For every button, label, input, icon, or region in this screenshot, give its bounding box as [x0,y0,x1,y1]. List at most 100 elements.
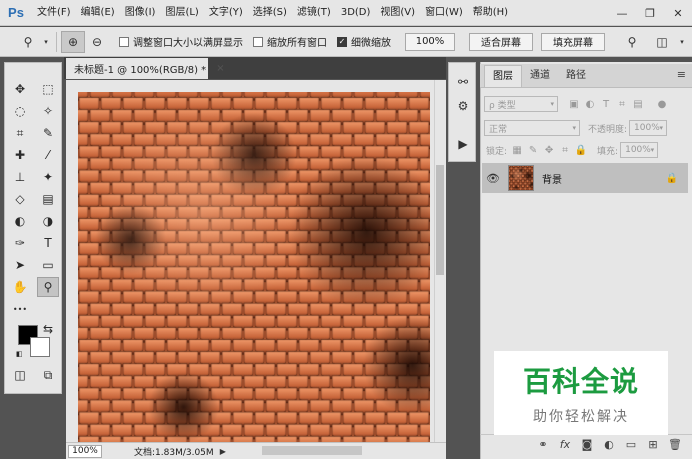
move-tool-icon[interactable]: ✥ [9,79,31,99]
dodge-tool-icon[interactable]: ◑ [37,211,59,231]
lock-artboard-icon[interactable]: ⌗ [557,142,573,158]
minimize-button[interactable]: — [608,2,636,24]
filter-smart-object-icon[interactable]: ▤ [630,96,646,112]
menu-item[interactable]: 选择(S) [248,0,292,26]
more-tools-icon[interactable]: ••• [9,299,31,319]
restore-button[interactable]: ❐ [636,2,664,24]
menu-item[interactable]: 窗口(W) [420,0,468,26]
eraser-tool-icon[interactable]: ◇ [9,189,31,209]
trash-icon[interactable]: 🗑 [664,436,686,454]
tool-preset-dropdown-icon[interactable]: ▾ [40,31,52,53]
menu-item[interactable]: 文字(Y) [204,0,248,26]
zoom-all-windows-checkbox[interactable]: 缩放所有窗口 [253,34,327,49]
zoom-out-icon[interactable]: ⊖ [85,31,109,53]
lasso-tool-icon[interactable]: ◌ [9,101,31,121]
new-group-icon[interactable]: ▭ [620,436,642,454]
scrubby-zoom-checkbox[interactable]: ✓ 细微缩放 [337,34,391,49]
layer-name[interactable]: 背景 [542,171,562,186]
eyedropper-tool-icon[interactable]: ✎ [37,123,59,143]
zoom-level-field[interactable]: 100% [68,444,102,458]
brush-tool-icon[interactable]: ⁄ [37,145,59,165]
lock-transparent-icon[interactable]: ▦ [509,142,525,158]
zoom-tool-icon[interactable]: ⚲ [37,277,59,297]
scale-pattern-artwork[interactable] [78,92,430,442]
zoom-icon[interactable]: ⚲ [16,31,40,53]
close-button[interactable]: ✕ [664,2,692,24]
lock-position-icon[interactable]: ✥ [541,142,557,158]
tab-paths[interactable]: 路径 [558,65,594,87]
properties-panel-icon[interactable]: ⚙ [453,97,473,115]
workspace-icon[interactable]: ◫ [650,31,674,53]
actions-play-icon[interactable]: ▶ [453,135,473,153]
menu-item[interactable]: 帮助(H) [468,0,513,26]
document-size-info: 文档:1.83M/3.05M [134,447,214,458]
quick-mask-icon[interactable]: ◫ [9,365,31,385]
blur-tool-icon[interactable]: ◐ [9,211,31,231]
filter-shape-icon[interactable]: ⌗ [614,96,630,112]
tab-channels[interactable]: 通道 [522,65,558,87]
fill-screen-button[interactable]: 填充屏幕 [541,32,605,51]
opacity-field[interactable]: 100% ▾ [629,120,668,136]
screen-mode-icon[interactable]: ⧉ [37,365,59,385]
search-icon[interactable]: ⚲ [620,31,644,53]
layer-thumbnail[interactable] [508,165,534,191]
tab-layers[interactable]: 图层 [484,65,522,87]
actual-pixels-button[interactable]: 100% [405,32,455,51]
fit-screen-button[interactable]: 适合屏幕 [469,32,533,51]
document-tab[interactable]: 未标题-1 @ 100%(RGB/8) * × [66,58,225,79]
blend-mode-dropdown[interactable]: 正常 ▾ [484,120,580,136]
menu-item[interactable]: 3D(D) [336,0,376,26]
link-layers-icon[interactable]: ⚭ [532,436,554,454]
healing-brush-tool-icon[interactable]: ✚ [9,145,31,165]
menu-item[interactable]: 编辑(E) [76,0,120,26]
menu-item[interactable]: 图像(I) [120,0,161,26]
new-layer-icon[interactable]: ⊞ [642,436,664,454]
resize-windows-checkbox[interactable]: 调整窗口大小以满屏显示 [119,34,243,49]
checkbox-box-checked[interactable]: ✓ [337,36,347,47]
close-icon[interactable]: × [216,63,224,74]
hand-tool-icon[interactable]: ✋ [9,277,31,297]
swap-colors-icon[interactable]: ⇆ [37,319,59,339]
horizontal-scroll-thumb[interactable] [262,446,362,455]
chevron-right-icon[interactable]: ▶ [220,447,226,456]
fill-field[interactable]: 100% ▾ [620,142,659,158]
filter-toggle-icon[interactable]: ● [654,96,670,112]
add-mask-icon[interactable]: ◙ [576,436,598,454]
marquee-tool-icon[interactable]: ⬚ [37,79,59,99]
rectangle-tool-icon[interactable]: ▭ [37,255,59,275]
workspace-dropdown-icon[interactable]: ▾ [676,31,688,53]
stamp-tool-icon[interactable]: ⊥ [9,167,31,187]
filter-type-dropdown[interactable]: ρ 类型 ▾ [484,96,558,112]
crop-tool-icon[interactable]: ⌗ [9,123,31,143]
history-panel-icon[interactable]: ⚯ [453,73,473,91]
lock-icon: 🔒 [665,172,678,184]
lock-all-icon[interactable]: 🔒 [573,142,589,158]
path-selection-tool-icon[interactable]: ➤ [9,255,31,275]
background-color-swatch[interactable] [30,337,50,357]
checkbox-box[interactable] [253,36,263,47]
filter-pixel-icon[interactable]: ▣ [566,96,582,112]
filter-adjustment-icon[interactable]: ◐ [582,96,598,112]
menu-item[interactable]: 视图(V) [375,0,420,26]
menu-list: 文件(F) 编辑(E) 图像(I) 图层(L) 文字(Y) 选择(S) 滤镜(T) 3D(D)… [32,0,513,26]
eye-icon[interactable]: 👁 [482,172,504,185]
zoom-in-icon[interactable]: ⊕ [61,30,85,53]
gradient-tool-icon[interactable]: ▤ [37,189,59,209]
lock-image-icon[interactable]: ✎ [525,142,541,158]
menu-item[interactable]: 图层(L) [160,0,203,26]
filter-type-icon[interactable]: T [598,96,614,112]
pen-tool-icon[interactable]: ✑ [9,233,31,253]
menu-item[interactable]: 文件(F) [32,0,76,26]
canvas-area[interactable] [66,80,434,442]
layer-row-background[interactable]: 👁 背景 🔒 [482,163,688,193]
type-tool-icon[interactable]: T [37,233,59,253]
menu-item[interactable]: 滤镜(T) [292,0,336,26]
history-brush-tool-icon[interactable]: ✦ [37,167,59,187]
magic-wand-tool-icon[interactable]: ✧ [37,101,59,121]
adjustment-layer-icon[interactable]: ◐ [598,436,620,454]
vertical-scroll-thumb[interactable] [436,165,444,275]
panel-menu-icon[interactable]: ≡ [677,68,686,81]
default-colors-icon[interactable]: ◧ [16,350,24,358]
layer-style-icon[interactable]: fx [554,436,576,454]
checkbox-box[interactable] [119,36,129,47]
